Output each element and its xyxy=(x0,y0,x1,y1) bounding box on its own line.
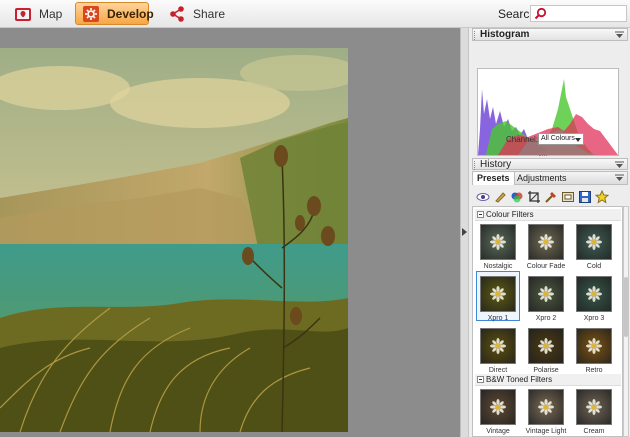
share-tab-button[interactable]: Share xyxy=(162,2,233,25)
preset-thumbnail[interactable] xyxy=(528,224,564,260)
history-title: History xyxy=(480,159,512,170)
preset-thumbnail[interactable] xyxy=(528,276,564,312)
preset-label: Xpro 1 xyxy=(487,315,509,322)
drag-grip-icon xyxy=(474,31,476,40)
histogram-title: Histogram xyxy=(480,29,530,40)
daisy-icon xyxy=(538,286,554,302)
chevron-down-icon xyxy=(575,138,581,142)
daisy-icon xyxy=(490,399,506,415)
daisy-icon xyxy=(586,234,602,250)
preset-thumbnail[interactable] xyxy=(576,224,612,260)
develop-gear-icon xyxy=(82,5,100,23)
search-icon xyxy=(534,7,547,23)
tab-presets[interactable]: Presets xyxy=(473,172,515,185)
panel-splitter[interactable] xyxy=(539,153,547,156)
daisy-icon xyxy=(538,338,554,354)
develop-tab-label: Develop xyxy=(107,6,154,21)
scrollbar-thumb[interactable] xyxy=(624,277,628,337)
preset-label: Polarise xyxy=(533,367,559,374)
daisy-icon xyxy=(538,234,554,250)
brush-icon[interactable] xyxy=(493,190,507,204)
preset-label: Xpro 2 xyxy=(535,315,557,322)
preset-thumbnail[interactable] xyxy=(480,389,516,425)
crop-icon[interactable] xyxy=(527,190,541,204)
history-panel-header[interactable]: History xyxy=(472,158,628,170)
panel-menu-icon[interactable] xyxy=(615,31,624,40)
preset-label: Retro xyxy=(585,367,603,374)
daisy-icon xyxy=(490,234,506,250)
right-panel: Histogram Channel: All Colours History P… xyxy=(468,28,630,437)
preset-label: Vintage xyxy=(486,428,510,435)
collapse-arrow-icon xyxy=(462,228,467,236)
adjust-tools-icon[interactable] xyxy=(544,190,558,204)
preset-thumbnail[interactable] xyxy=(576,328,612,364)
histogram-panel-header[interactable]: Histogram xyxy=(472,28,628,41)
preset-label: Cream xyxy=(583,428,605,435)
preset-label: Cold xyxy=(586,263,602,270)
category-colour-filters[interactable]: Colour Filters xyxy=(475,209,621,221)
preset-thumbnail[interactable] xyxy=(480,276,516,312)
presets-list: Colour Filters Nostalgic Colour Fade Cold X… xyxy=(472,206,623,437)
category-bw-toned-filters[interactable]: B&W Toned Filters xyxy=(475,374,621,386)
category-title: Colour Filters xyxy=(486,210,534,219)
daisy-icon xyxy=(586,399,602,415)
preset-label: Nostalgic xyxy=(483,263,513,270)
search-input[interactable] xyxy=(530,5,627,22)
panel-collapse-handle[interactable] xyxy=(460,28,468,437)
category-title: B&W Toned Filters xyxy=(486,375,553,384)
color-balance-icon[interactable] xyxy=(510,190,524,204)
map-tab-button[interactable]: Map xyxy=(8,2,70,25)
share-icon xyxy=(168,5,186,23)
tab-adjustments[interactable]: Adjustments xyxy=(513,172,571,185)
map-tab-label: Map xyxy=(39,6,63,21)
preset-thumbnail[interactable] xyxy=(576,276,612,312)
presets-scrollbar[interactable] xyxy=(623,206,629,437)
preset-thumbnail[interactable] xyxy=(528,328,564,364)
daisy-icon xyxy=(586,286,602,302)
preset-thumbnail[interactable] xyxy=(576,389,612,425)
presets-tabs: Presets Adjustments xyxy=(472,171,628,185)
frame-icon[interactable] xyxy=(561,190,575,204)
presets-toolbar xyxy=(474,188,626,206)
panel-menu-icon[interactable] xyxy=(615,174,624,186)
share-tab-label: Share xyxy=(193,6,226,21)
preset-thumbnail[interactable] xyxy=(528,389,564,425)
channel-dropdown[interactable]: All Colours xyxy=(538,133,584,145)
preset-label: Vintage Light xyxy=(525,428,567,435)
eye-icon[interactable] xyxy=(476,190,490,204)
preset-thumbnail[interactable] xyxy=(480,224,516,260)
photo-preview xyxy=(0,48,348,432)
daisy-icon xyxy=(586,338,602,354)
save-preset-icon[interactable] xyxy=(578,190,592,204)
collapse-minus-icon xyxy=(477,211,484,218)
map-pin-icon xyxy=(14,5,32,23)
preset-label: Direct xyxy=(488,367,508,374)
panel-menu-icon[interactable] xyxy=(615,161,624,170)
image-canvas[interactable] xyxy=(0,28,460,437)
drag-grip-icon xyxy=(474,161,476,170)
channel-label: Channel: xyxy=(506,135,539,144)
main-toolbar: Map Develop Share Search xyxy=(0,0,630,28)
favorite-star-icon[interactable] xyxy=(594,189,610,204)
daisy-icon xyxy=(490,338,506,354)
daisy-icon xyxy=(490,286,506,302)
channel-value: All Colours xyxy=(541,135,575,142)
preset-label: Colour Fade xyxy=(526,263,566,270)
develop-tab-button[interactable]: Develop xyxy=(75,2,154,25)
daisy-icon xyxy=(538,399,554,415)
collapse-minus-icon xyxy=(477,376,484,383)
preset-thumbnail[interactable] xyxy=(480,328,516,364)
preset-label: Xpro 3 xyxy=(583,315,605,322)
